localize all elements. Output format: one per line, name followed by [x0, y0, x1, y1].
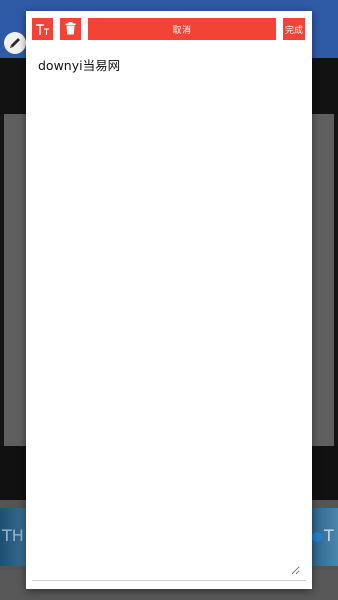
pencil-icon: [4, 32, 26, 54]
dialog-divider: [32, 580, 306, 581]
text-input[interactable]: downyi当易网: [38, 55, 300, 575]
screen: TH T 取消 完成 downyi当易网: [0, 0, 338, 600]
delete-button[interactable]: [60, 18, 81, 40]
text-edit-dialog: 取消 完成 downyi当易网: [26, 11, 312, 589]
text-size-button[interactable]: [32, 18, 53, 40]
cancel-button[interactable]: 取消: [88, 18, 276, 40]
done-button[interactable]: 完成: [283, 18, 305, 40]
background-thumbnail-right-text: T: [324, 526, 334, 545]
background-thumbnail-dot: [312, 532, 322, 542]
trash-icon: [65, 20, 76, 39]
background-thumbnail-left-text: TH: [2, 526, 24, 545]
text-size-icon: [35, 23, 50, 36]
